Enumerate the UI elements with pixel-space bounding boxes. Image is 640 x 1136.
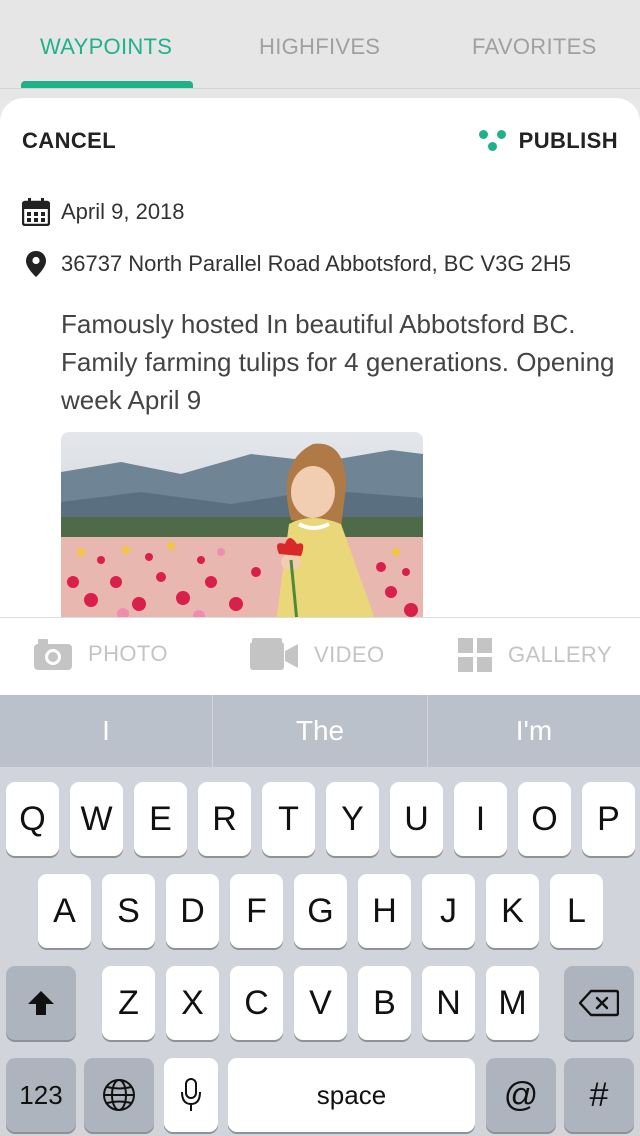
top-tab-bar: WAYPOINTS HIGHFIVES FAVORITES [0,0,640,100]
key-j[interactable]: J [422,874,475,948]
publish-button[interactable]: PUBLISH [478,128,618,154]
key-m[interactable]: M [486,966,539,1040]
key-b[interactable]: B [358,966,411,1040]
key-h[interactable]: H [358,874,411,948]
suggestion-2[interactable]: The [213,695,427,767]
shift-arrow-icon [28,991,54,1015]
photo-button[interactable]: PHOTO [34,638,168,670]
key-v[interactable]: V [294,966,347,1040]
key-i[interactable]: I [454,782,507,856]
dictation-key[interactable] [164,1058,218,1132]
video-label: VIDEO [314,642,385,667]
key-z[interactable]: Z [102,966,155,1040]
post-description[interactable]: Famously hosted In beautiful Abbotsford … [61,305,621,419]
key-n[interactable]: N [422,966,475,1040]
date-text: April 9, 2018 [61,199,185,224]
publish-dots-icon [478,128,507,154]
key-t[interactable]: T [262,782,315,856]
address-text: 36737 North Parallel Road Abbotsford, BC… [61,251,571,276]
calendar-icon [22,198,50,226]
key-x[interactable]: X [166,966,219,1040]
tab-divider [0,88,640,89]
cancel-button[interactable]: CANCEL [22,128,116,154]
attached-photo[interactable] [61,432,423,618]
key-k[interactable]: K [486,874,539,948]
microphone-icon [181,1078,201,1111]
key-d[interactable]: D [166,874,219,948]
key-s[interactable]: S [102,874,155,948]
gallery-grid-icon [458,638,492,672]
key-u[interactable]: U [390,782,443,856]
shift-key[interactable] [6,966,76,1040]
media-attach-bar: PHOTO VIDEO GALLERY [0,617,640,695]
video-camera-icon [250,638,298,670]
numbers-key[interactable]: 123 [6,1058,76,1132]
key-q[interactable]: Q [6,782,59,856]
key-g[interactable]: G [294,874,347,948]
key-o[interactable]: O [518,782,571,856]
key-r[interactable]: R [198,782,251,856]
camera-icon [34,639,72,670]
key-w[interactable]: W [70,782,123,856]
key-c[interactable]: C [230,966,283,1040]
key-f[interactable]: F [230,874,283,948]
predictive-suggestions-bar: I The I'm [0,695,640,767]
video-button[interactable]: VIDEO [250,638,384,672]
key-a[interactable]: A [38,874,91,948]
post-composer: CANCEL PUBLISH April 9, 2018 36737 North… [0,98,640,618]
on-screen-keyboard: I The I'm Q W E R T Y U I O P A S D F G … [0,695,640,1136]
location-row[interactable]: 36737 North Parallel Road Abbotsford, BC… [22,250,571,278]
tab-favorites[interactable]: FAVORITES [472,34,597,60]
globe-icon [103,1079,135,1111]
suggestion-1[interactable]: I [0,695,212,767]
space-key[interactable]: space [228,1058,475,1132]
tab-waypoints[interactable]: WAYPOINTS [40,34,172,60]
location-pin-icon [22,250,50,278]
publish-label: PUBLISH [518,128,618,153]
photo-label: PHOTO [88,641,168,666]
gallery-button[interactable]: GALLERY [458,638,612,672]
key-y[interactable]: Y [326,782,379,856]
key-l[interactable]: L [550,874,603,948]
gallery-label: GALLERY [508,642,612,667]
backspace-icon [579,989,619,1017]
globe-key[interactable] [84,1058,154,1132]
date-row[interactable]: April 9, 2018 [22,198,185,226]
tab-highfives[interactable]: HIGHFIVES [259,34,380,60]
key-p[interactable]: P [582,782,635,856]
suggestion-3[interactable]: I'm [428,695,640,767]
backspace-key[interactable] [564,966,634,1040]
at-key[interactable]: @ [486,1058,556,1132]
key-e[interactable]: E [134,782,187,856]
hash-key[interactable]: # [564,1058,634,1132]
